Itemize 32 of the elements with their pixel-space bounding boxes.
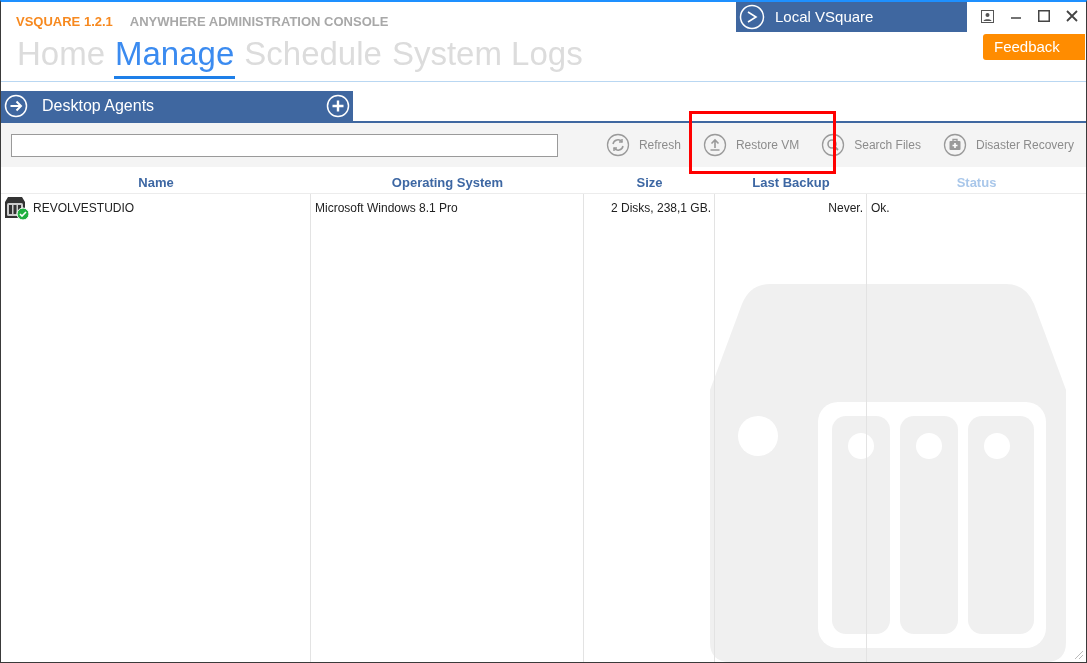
table-cell-text: REVOLVESTUDIO <box>33 200 135 217</box>
app-subtitle: ANYWHERE ADMINISTRATION CONSOLE <box>129 13 389 31</box>
arrow-circle-icon[interactable] <box>4 94 28 118</box>
table-cell-text: 2 Disks, 238,1 GB. <box>610 200 711 217</box>
portrait-icon[interactable] <box>981 9 994 23</box>
toolbar-button[interactable]: Search Files <box>821 133 921 157</box>
app-version: VSQUARE 1.2.1 <box>16 13 113 31</box>
toolbar-button[interactable]: Refresh <box>605 133 681 157</box>
maximize-icon[interactable] <box>1038 10 1050 22</box>
plus-circle-icon[interactable] <box>326 94 350 118</box>
search-icon <box>821 133 846 157</box>
upload-icon <box>702 133 727 157</box>
server-selector[interactable]: Local VSquare <box>736 2 967 32</box>
table-cell-text: Never. <box>828 200 863 217</box>
section-title: Desktop Agents <box>42 96 156 116</box>
search-field[interactable] <box>11 133 558 157</box>
toolbar-button[interactable]: Restore VM <box>702 133 800 157</box>
column-header[interactable]: Last Backup <box>752 173 830 193</box>
column-header[interactable]: Name <box>138 173 174 193</box>
toolbar-button[interactable]: Disaster Recovery <box>942 133 1074 157</box>
table-cell-text: Microsoft Windows 8.1 Pro <box>315 200 458 217</box>
table-cell-text: Ok. <box>871 200 890 217</box>
chevron-circle-icon <box>739 4 765 30</box>
resize-grip-icon[interactable] <box>1074 650 1084 660</box>
column-header[interactable]: Operating System <box>391 173 504 193</box>
column-header[interactable]: Size <box>636 173 663 193</box>
column-header[interactable]: Status <box>956 173 997 193</box>
feedback-button[interactable]: Feedback <box>983 34 1085 60</box>
first-aid-kit-icon <box>942 133 967 157</box>
nav-tab[interactable]: Manage <box>114 33 236 79</box>
close-icon[interactable] <box>1066 10 1078 22</box>
refresh-icon <box>605 133 630 157</box>
